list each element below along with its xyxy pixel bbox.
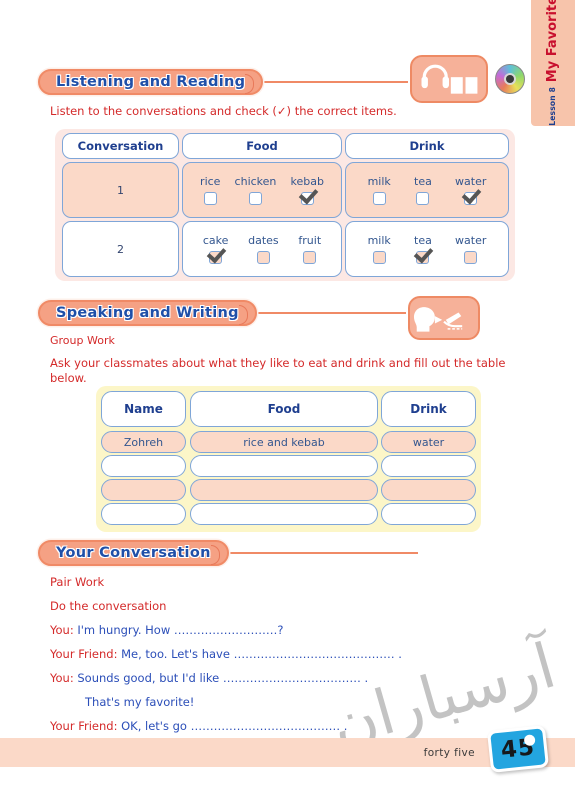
- checkbox[interactable]: [372, 192, 386, 205]
- option-label: rice: [200, 175, 221, 188]
- listening-row1-drink: milk tea water: [345, 162, 509, 218]
- listening-row1-food: rice chicken kebab: [182, 162, 342, 218]
- speaking-cell-food[interactable]: rice and kebab: [190, 431, 378, 453]
- checkbox-option[interactable]: kebab: [290, 175, 324, 205]
- checkbox-option[interactable]: tea: [414, 175, 432, 205]
- conversation-line: That's my favorite!: [85, 695, 194, 709]
- speaking-cell-drink[interactable]: [381, 455, 476, 477]
- checkbox-checked[interactable]: [464, 192, 478, 205]
- speaking-header-food: Food: [190, 391, 378, 427]
- speaking-cell-name[interactable]: [101, 455, 186, 477]
- listening-heading-pill: Listening and Reading: [38, 69, 264, 95]
- conversation-line: You: Sounds good, but I'd like …………………………: [50, 671, 368, 685]
- speaking-instruction: Ask your classmates about what they like…: [50, 356, 506, 385]
- checkbox-option[interactable]: tea: [414, 234, 432, 264]
- folio-word: forty five: [423, 747, 475, 759]
- dialog-text: OK, let's go ………………………………… .: [121, 719, 348, 733]
- conversation-instruction: Do the conversation: [50, 599, 167, 613]
- dialog-text: I'm hungry. How ………………………?: [77, 623, 284, 637]
- lesson-side-tab: Lesson 8 My Favorite Food: [531, 0, 575, 126]
- headphones-book-icon: [410, 55, 488, 103]
- group-work-label: Group Work: [50, 334, 115, 347]
- option-label: dates: [248, 234, 279, 247]
- lesson-number: Lesson 8: [548, 87, 558, 126]
- checkbox-option[interactable]: water: [455, 234, 486, 264]
- listening-heading-label: Listening and Reading: [56, 74, 246, 90]
- option-label: fruit: [298, 234, 322, 247]
- speaking-header-name: Name: [101, 391, 186, 427]
- speaker-label: Your Friend:: [50, 647, 118, 661]
- checkbox-option[interactable]: milk: [368, 175, 391, 205]
- checkbox[interactable]: [203, 192, 217, 205]
- option-label: water: [455, 234, 487, 247]
- speaking-cell-name[interactable]: [101, 503, 186, 525]
- checkbox[interactable]: [416, 192, 430, 205]
- dialog-text: That's my favorite!: [85, 695, 195, 709]
- checkbox-checked[interactable]: [209, 251, 223, 264]
- listening-row2-drink: milk tea water: [345, 221, 509, 277]
- checkbox-option[interactable]: dates: [248, 234, 279, 264]
- table-row: 1: [62, 162, 179, 218]
- option-label: milk: [367, 234, 391, 247]
- listening-header-drink: Drink: [345, 133, 509, 159]
- dialog-text: Me, too. Let's have …………………………………… .: [121, 647, 402, 661]
- checkbox-option[interactable]: milk: [368, 234, 391, 264]
- option-label: tea: [414, 175, 432, 188]
- speaking-heading-label: Speaking and Writing: [56, 305, 239, 321]
- speaking-cell-food[interactable]: [190, 455, 378, 477]
- checkbox-option[interactable]: rice: [200, 175, 220, 205]
- speaking-cell-name[interactable]: Zohreh: [101, 431, 186, 453]
- speaking-cell-food[interactable]: [190, 503, 378, 525]
- speaking-cell-food[interactable]: [190, 479, 378, 501]
- checkbox-option[interactable]: water: [455, 175, 486, 205]
- option-label: chicken: [234, 175, 277, 188]
- speaking-writing-icon: [408, 296, 480, 340]
- checkbox[interactable]: [464, 251, 478, 264]
- checkbox[interactable]: [372, 251, 386, 264]
- speaking-cell-name[interactable]: [101, 479, 186, 501]
- listening-instruction: Listen to the conversations and check (✓…: [50, 104, 397, 118]
- heading-rule: [228, 551, 418, 555]
- conversation-line: Your Friend: Me, too. Let's have ……………………: [50, 647, 402, 661]
- listening-row2-food: cake dates fruit: [182, 221, 342, 277]
- lesson-title: My Favorite Food: [545, 0, 561, 83]
- checkbox[interactable]: [256, 251, 270, 264]
- page-number-badge: 45: [486, 725, 550, 773]
- cd-icon: [495, 64, 525, 94]
- pair-work-label: Pair Work: [50, 575, 105, 589]
- conversation-heading-pill: Your Conversation: [38, 540, 229, 566]
- conversation-number: 1: [117, 183, 124, 197]
- section-heading-conversation: Your Conversation: [38, 540, 418, 566]
- dialog-text: Sounds good, but I'd like ……………………………… .: [77, 671, 369, 685]
- checkbox[interactable]: [303, 251, 317, 264]
- checkbox[interactable]: [248, 192, 262, 205]
- option-label: milk: [367, 175, 391, 188]
- speaker-label: You:: [50, 671, 74, 685]
- checkbox-option[interactable]: cake: [203, 234, 228, 264]
- section-heading-speaking: Speaking and Writing: [38, 300, 420, 326]
- checkbox-checked[interactable]: [416, 251, 430, 264]
- speaking-cell-drink[interactable]: water: [381, 431, 476, 453]
- conversation-line: Your Friend: OK, let's go ………………………………… …: [50, 719, 347, 733]
- listening-header-food: Food: [182, 133, 342, 159]
- speaker-label: You:: [50, 623, 74, 637]
- conversation-heading-label: Your Conversation: [56, 545, 211, 561]
- heading-rule: [263, 80, 418, 84]
- table-row: 2: [62, 221, 179, 277]
- heading-rule: [256, 311, 420, 315]
- speaking-heading-pill: Speaking and Writing: [38, 300, 257, 326]
- listening-header-conversation: Conversation: [62, 133, 179, 159]
- page-root: Lesson 8 My Favorite Food Listening and …: [0, 0, 575, 787]
- speaking-header-drink: Drink: [381, 391, 476, 427]
- speaker-label: Your Friend:: [50, 719, 118, 733]
- checkbox-checked[interactable]: [300, 192, 314, 205]
- checkbox-option[interactable]: chicken: [234, 175, 277, 205]
- speaking-cell-drink[interactable]: [381, 503, 476, 525]
- checkbox-option[interactable]: fruit: [298, 234, 321, 264]
- conversation-line: You: I'm hungry. How ………………………?: [50, 623, 284, 637]
- section-heading-listening: Listening and Reading: [38, 69, 418, 95]
- conversation-number: 2: [117, 242, 124, 256]
- speaking-cell-drink[interactable]: [381, 479, 476, 501]
